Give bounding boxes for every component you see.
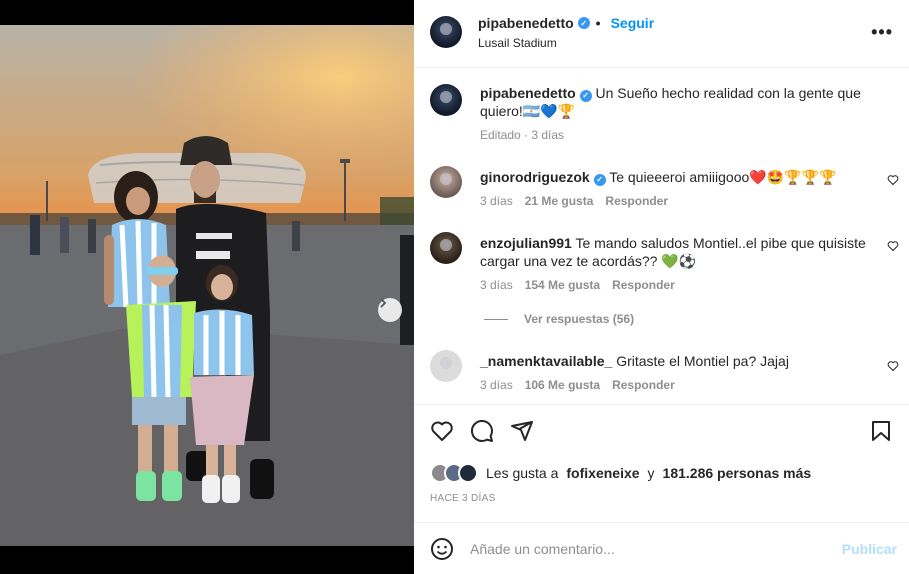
- verified-badge-icon: ✓: [579, 90, 592, 102]
- comment-body: _namenktavailable_ Gritaste el Montiel p…: [480, 352, 880, 370]
- header-separator: •: [595, 15, 601, 31]
- reply-button[interactable]: Responder: [612, 378, 675, 392]
- like-comment-heart-icon[interactable]: [887, 240, 899, 252]
- comment-likes[interactable]: 21 Me gusta: [525, 194, 594, 208]
- likes-count[interactable]: 181.286 personas más: [663, 465, 812, 481]
- post-timestamp: Hace 3 días: [430, 493, 496, 504]
- liker-username[interactable]: fofixeneixe: [566, 465, 639, 481]
- comment-likes[interactable]: 106 Me gusta: [525, 378, 600, 392]
- author-avatar[interactable]: [430, 16, 462, 48]
- likes-prefix: Les gusta a: [486, 465, 559, 481]
- like-comment-heart-icon[interactable]: [887, 174, 899, 186]
- comment-body: enzojulian991 Te mando saludos Montiel..…: [480, 234, 880, 270]
- media-panel: [0, 0, 414, 574]
- comment-username[interactable]: enzojulian991: [480, 235, 572, 251]
- caption-body: pipabenedetto ✓ Un Sueño hecho realidad …: [480, 84, 880, 120]
- comment-composer: Publicar: [414, 522, 909, 574]
- comments-list[interactable]: pipabenedetto ✓ Un Sueño hecho realidad …: [414, 68, 909, 404]
- verified-badge-icon: ✓: [593, 174, 606, 186]
- comment-age: 3 días: [480, 278, 513, 292]
- post-photo[interactable]: [0, 25, 414, 546]
- comment-text: Te quieeeroi amiiigooo❤️🤩🏆🏆🏆: [609, 169, 837, 185]
- follow-button[interactable]: Seguir: [611, 15, 655, 31]
- instagram-post-modal: pipabenedetto ✓ • Seguir Lusail Stadium …: [0, 0, 909, 574]
- post-side-panel: pipabenedetto ✓ • Seguir Lusail Stadium …: [414, 0, 909, 574]
- comment-username[interactable]: ginorodriguezok: [480, 169, 590, 185]
- verified-badge-icon: ✓: [577, 17, 590, 29]
- author-username[interactable]: pipabenedetto: [478, 15, 574, 31]
- comment-likes[interactable]: 154 Me gusta: [525, 278, 600, 292]
- comment-body: ginorodriguezok ✓ Te quieeeroi amiiigooo…: [480, 168, 880, 186]
- comment-bubble-icon[interactable]: [470, 419, 494, 443]
- post-actions: Les gusta a fofixeneixe y 181.286 person…: [414, 404, 909, 522]
- view-replies-label: Ver respuestas (56): [524, 312, 635, 326]
- comment-text: Gritaste el Montiel pa? Jajaj: [616, 353, 789, 369]
- comment-avatar[interactable]: [430, 350, 462, 382]
- chevron-right-icon: [380, 298, 387, 308]
- replies-divider: [484, 318, 508, 320]
- comment-meta: 3 días 154 Me gusta Responder: [480, 278, 675, 292]
- like-heart-icon[interactable]: [430, 419, 454, 443]
- publish-button[interactable]: Publicar: [842, 541, 897, 557]
- caption-meta: Editado · 3 días: [480, 128, 565, 142]
- next-photo-button[interactable]: [378, 298, 402, 322]
- author-line: pipabenedetto ✓ • Seguir: [478, 15, 654, 31]
- photo-illustration: [0, 25, 414, 546]
- likes-conjunction: y: [647, 465, 655, 481]
- comment-input[interactable]: [470, 537, 830, 561]
- comment-avatar[interactable]: [430, 166, 462, 198]
- like-comment-heart-icon[interactable]: [887, 360, 899, 372]
- view-replies-button[interactable]: Ver respuestas (56): [484, 312, 634, 326]
- liker-avatars: [430, 463, 478, 483]
- reply-button[interactable]: Responder: [612, 278, 675, 292]
- more-options-icon[interactable]: •••: [871, 22, 893, 43]
- caption-avatar[interactable]: [430, 84, 462, 116]
- comment-age: 3 días: [480, 378, 513, 392]
- save-bookmark-icon[interactable]: [869, 419, 893, 443]
- location-link[interactable]: Lusail Stadium: [478, 36, 557, 50]
- caption-username[interactable]: pipabenedetto: [480, 85, 576, 101]
- comment-meta: 3 días 106 Me gusta Responder: [480, 378, 675, 392]
- reply-button[interactable]: Responder: [605, 194, 668, 208]
- likes-summary: Les gusta a fofixeneixe y 181.286 person…: [430, 463, 811, 483]
- comment-avatar[interactable]: [430, 232, 462, 264]
- comment-age: 3 días: [480, 194, 513, 208]
- comment-username[interactable]: _namenktavailable_: [480, 353, 612, 369]
- emoji-icon[interactable]: [430, 537, 454, 561]
- post-header: pipabenedetto ✓ • Seguir Lusail Stadium …: [414, 0, 909, 68]
- share-send-icon[interactable]: [510, 419, 534, 443]
- comment-meta: 3 días 21 Me gusta Responder: [480, 194, 668, 208]
